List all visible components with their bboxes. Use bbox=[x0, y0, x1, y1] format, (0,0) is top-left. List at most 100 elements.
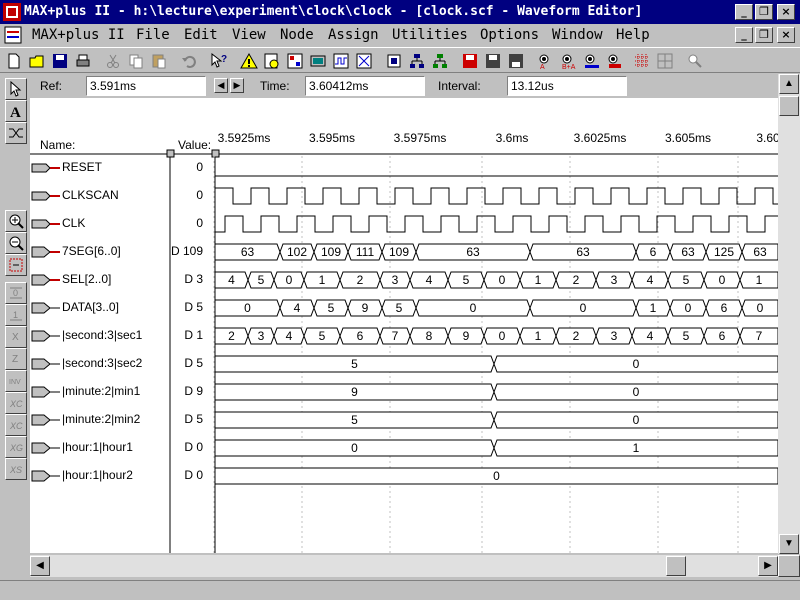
bus-value-label: 0 bbox=[470, 301, 477, 315]
signal-name[interactable]: CLKSCAN bbox=[62, 188, 119, 202]
signal-name[interactable]: RESET bbox=[62, 160, 102, 174]
bus-value-label: 3 bbox=[611, 273, 618, 287]
close-button[interactable]: × bbox=[777, 4, 795, 20]
signal-name[interactable]: SEL[2..0] bbox=[62, 272, 111, 286]
signal-name[interactable]: |second:3|sec1 bbox=[62, 328, 142, 342]
zoom-fit-icon[interactable] bbox=[685, 51, 705, 71]
overwrite-high-icon[interactable]: 1 bbox=[5, 304, 27, 326]
print-icon[interactable] bbox=[73, 51, 93, 71]
horizontal-scrollbar[interactable]: ◀ ▶ bbox=[30, 555, 778, 577]
find-prev-icon[interactable] bbox=[582, 51, 602, 71]
overwrite-clock-icon[interactable]: XC bbox=[5, 414, 27, 436]
waveform-canvas[interactable]: 3.5925ms 3.595ms 3.5975ms 3.6ms 3.6025ms 3.60… bbox=[30, 98, 778, 553]
save-icon[interactable] bbox=[50, 51, 70, 71]
svg-text:XC: XC bbox=[9, 399, 23, 409]
mdi-minimize-button[interactable]: _ bbox=[735, 27, 753, 43]
scroll-right-button[interactable]: ▶ bbox=[758, 556, 778, 576]
signal-value: D 5 bbox=[184, 412, 203, 426]
timing-icon[interactable] bbox=[354, 51, 374, 71]
menu-assign[interactable]: Assign bbox=[328, 27, 379, 43]
menu-maxplus[interactable]: MAX+plus II bbox=[32, 27, 125, 43]
new-file-icon[interactable] bbox=[4, 51, 24, 71]
project-tree-icon[interactable] bbox=[430, 51, 450, 71]
overwrite-unknown-icon[interactable]: X bbox=[5, 326, 27, 348]
menu-help[interactable]: Help bbox=[616, 27, 650, 43]
time-field: 3.60412ms bbox=[305, 76, 425, 96]
project-save-simulate-icon[interactable] bbox=[506, 51, 526, 71]
ref-time-field[interactable]: 3.591ms bbox=[86, 76, 206, 96]
open-file-icon[interactable] bbox=[27, 51, 47, 71]
bus-value-label: 2 bbox=[357, 273, 364, 287]
undo-icon[interactable] bbox=[179, 51, 199, 71]
warning-icon[interactable] bbox=[239, 51, 259, 71]
menu-utilities[interactable]: Utilities bbox=[392, 27, 468, 43]
signal-name[interactable]: |second:3|sec2 bbox=[62, 356, 142, 370]
signal-name[interactable]: |minute:2|min1 bbox=[62, 384, 140, 398]
menu-window[interactable]: Window bbox=[552, 27, 603, 43]
minimize-button[interactable]: _ bbox=[735, 4, 753, 20]
fit-in-window-icon[interactable] bbox=[5, 254, 27, 276]
menu-node[interactable]: Node bbox=[280, 27, 314, 43]
simulator-icon[interactable] bbox=[331, 51, 351, 71]
bus-value-label: 1 bbox=[535, 273, 542, 287]
selection-tool-icon[interactable] bbox=[5, 78, 27, 100]
menu-file[interactable]: File bbox=[136, 27, 170, 43]
vertical-scrollbar[interactable]: ▲ ▼ bbox=[778, 74, 800, 554]
overwrite-group-icon[interactable]: XG bbox=[5, 436, 27, 458]
signal-name[interactable]: |hour:1|hour2 bbox=[62, 468, 133, 482]
mdi-close-button[interactable]: × bbox=[777, 27, 795, 43]
waveform-draw-tool-icon[interactable] bbox=[5, 122, 27, 144]
scroll-corner bbox=[778, 555, 800, 577]
zoom-in-icon[interactable] bbox=[5, 210, 27, 232]
signal-name[interactable]: DATA[3..0] bbox=[62, 300, 119, 314]
project-save-check-icon[interactable] bbox=[460, 51, 480, 71]
menu-view[interactable]: View bbox=[232, 27, 266, 43]
cut-icon[interactable] bbox=[103, 51, 123, 71]
find-next-icon[interactable]: B+A bbox=[559, 51, 579, 71]
text-tool-icon[interactable]: A bbox=[5, 100, 27, 122]
menu-edit[interactable]: Edit bbox=[184, 27, 218, 43]
find-node-icon[interactable]: A bbox=[536, 51, 556, 71]
waveform-pane[interactable]: 3.5925ms 3.595ms 3.5975ms 3.6ms 3.6025ms 3.60… bbox=[30, 98, 778, 553]
project-save-compile-icon[interactable] bbox=[483, 51, 503, 71]
menu-options[interactable]: Options bbox=[480, 27, 539, 43]
signal-name[interactable]: 7SEG[6..0] bbox=[62, 244, 121, 258]
signal-name[interactable]: |hour:1|hour1 bbox=[62, 440, 133, 454]
overwrite-count-icon[interactable]: XC bbox=[5, 392, 27, 414]
zoom-out-icon[interactable] bbox=[5, 232, 27, 254]
bus-value-label: 4 bbox=[294, 301, 301, 315]
floorplan-icon[interactable] bbox=[285, 51, 305, 71]
project-hierarchy-icon[interactable] bbox=[407, 51, 427, 71]
programmer-icon[interactable] bbox=[384, 51, 404, 71]
ref-right-arrow-button[interactable]: ▶ bbox=[230, 78, 244, 93]
bus-value-label: 9 bbox=[351, 385, 358, 399]
scroll-down-button[interactable]: ▼ bbox=[779, 534, 799, 554]
restore-button[interactable]: ❐ bbox=[755, 4, 773, 20]
find-all-icon[interactable] bbox=[605, 51, 625, 71]
snap-grid-icon[interactable] bbox=[655, 51, 675, 71]
bus-value-label: 0 bbox=[633, 385, 640, 399]
grid-icon[interactable] bbox=[632, 51, 652, 71]
overwrite-state-icon[interactable]: XS bbox=[5, 458, 27, 480]
help-pointer-icon[interactable]: ? bbox=[209, 51, 229, 71]
copy-icon[interactable] bbox=[126, 51, 146, 71]
bus-value-label: 5 bbox=[396, 301, 403, 315]
scroll-up-button[interactable]: ▲ bbox=[779, 74, 799, 94]
document-icon[interactable] bbox=[4, 26, 22, 44]
mdi-restore-button[interactable]: ❐ bbox=[755, 27, 773, 43]
maxplus-app-icon[interactable] bbox=[3, 3, 21, 21]
ref-left-arrow-button[interactable]: ◀ bbox=[214, 78, 228, 93]
vertical-scroll-thumb[interactable] bbox=[779, 96, 799, 116]
overwrite-highz-icon[interactable]: Z bbox=[5, 348, 27, 370]
paste-icon[interactable] bbox=[149, 51, 169, 71]
signal-name[interactable]: |minute:2|min2 bbox=[62, 412, 140, 426]
svg-text:X: X bbox=[12, 332, 19, 343]
scroll-left-button[interactable]: ◀ bbox=[30, 556, 50, 576]
overwrite-low-icon[interactable]: 0 bbox=[5, 282, 27, 304]
invert-icon[interactable]: INV bbox=[5, 370, 27, 392]
compiler-icon[interactable] bbox=[308, 51, 328, 71]
hierarchy-icon[interactable] bbox=[262, 51, 282, 71]
signal-name[interactable]: CLK bbox=[62, 216, 85, 230]
horizontal-scroll-thumb[interactable] bbox=[666, 556, 686, 576]
signal-value: 0 bbox=[196, 188, 203, 202]
